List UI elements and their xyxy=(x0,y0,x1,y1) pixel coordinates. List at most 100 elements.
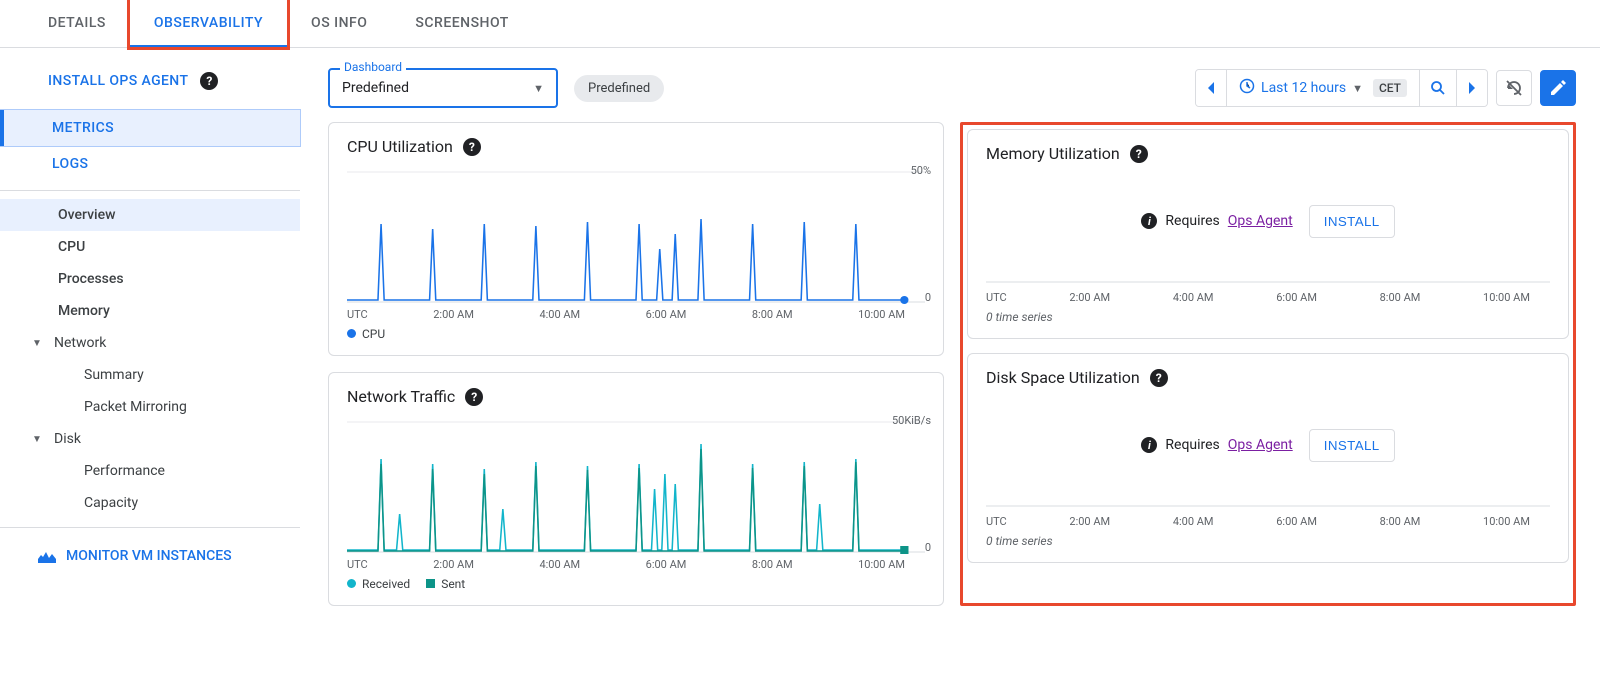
time-prev-button[interactable] xyxy=(1196,70,1227,106)
chevron-down-icon: ▼ xyxy=(533,82,544,95)
sidebar-item-packet-mirroring[interactable]: Packet Mirroring xyxy=(0,391,300,423)
legend-label: Sent xyxy=(441,577,465,591)
x-tick: UTC xyxy=(347,558,368,571)
sidebar-nav-logs[interactable]: LOGS xyxy=(0,146,300,182)
legend-label: CPU xyxy=(362,327,385,341)
predefined-chip: Predefined xyxy=(574,75,664,102)
help-icon[interactable]: ? xyxy=(1150,369,1168,387)
auto-refresh-off-button[interactable] xyxy=(1496,70,1532,106)
x-tick: 6:00 AM xyxy=(646,558,687,571)
x-tick: 2:00 AM xyxy=(433,558,474,571)
sidebar-nav-metrics[interactable]: METRICS xyxy=(0,110,300,146)
tab-osinfo[interactable]: OS INFO xyxy=(287,0,391,47)
x-tick: 6:00 AM xyxy=(1276,291,1317,304)
sidebar-item-performance[interactable]: Performance xyxy=(0,455,300,487)
tab-bar: DETAILS OBSERVABILITY OS INFO SCREENSHOT xyxy=(0,0,1600,48)
sidebar-item-capacity[interactable]: Capacity xyxy=(0,487,300,519)
install-button[interactable]: INSTALL xyxy=(1309,205,1395,238)
x-axis: UTC 2:00 AM 4:00 AM 6:00 AM 8:00 AM 10:0… xyxy=(986,287,1550,304)
network-chart: 50KiB/s 0 xyxy=(347,414,925,554)
install-ops-agent-link[interactable]: INSTALL OPS AGENT xyxy=(48,73,188,89)
x-tick: UTC xyxy=(347,308,368,321)
monitor-vm-instances-link[interactable]: MONITOR VM INSTANCES xyxy=(0,536,300,576)
x-axis: UTC 2:00 AM 4:00 AM 6:00 AM 8:00 AM 10:0… xyxy=(347,304,925,321)
x-tick: 2:00 AM xyxy=(1069,515,1110,528)
x-tick: 4:00 AM xyxy=(1173,291,1214,304)
sidebar: INSTALL OPS AGENT ? METRICS LOGS Overvie… xyxy=(0,48,300,626)
card-network-traffic: Network Traffic ? 50KiB/s 0 xyxy=(328,372,944,606)
sidebar-item-overview[interactable]: Overview xyxy=(0,199,300,231)
tab-screenshot[interactable]: SCREENSHOT xyxy=(391,0,532,47)
sidebar-item-network[interactable]: ▼ Network xyxy=(0,327,300,359)
y-min-label: 0 xyxy=(925,541,931,554)
tab-details[interactable]: DETAILS xyxy=(24,0,130,47)
sidebar-item-label: Disk xyxy=(54,431,81,447)
help-icon[interactable]: ? xyxy=(465,388,483,406)
card-title: CPU Utilization xyxy=(347,137,453,156)
info-icon: i xyxy=(1141,213,1157,229)
refresh-off-icon xyxy=(1504,78,1524,98)
search-button[interactable] xyxy=(1420,70,1457,106)
card-disk-space-utilization: Disk Space Utilization ? i Requires Ops … xyxy=(967,353,1569,563)
empty-chart-message: i Requires Ops Agent INSTALL xyxy=(986,171,1550,271)
chevron-left-icon xyxy=(1206,82,1216,94)
sidebar-item-disk[interactable]: ▼ Disk xyxy=(0,423,300,455)
sidebar-item-summary[interactable]: Summary xyxy=(0,359,300,391)
timezone-badge: CET xyxy=(1373,79,1407,97)
dashboard-select[interactable]: Dashboard Predefined ▼ xyxy=(328,68,558,108)
x-tick: 8:00 AM xyxy=(752,558,793,571)
right-column-highlighted: Memory Utilization ? i Requires Ops Agen… xyxy=(960,122,1576,606)
zero-time-series-label: 0 time series xyxy=(986,534,1550,548)
help-icon[interactable]: ? xyxy=(463,138,481,156)
zero-time-series-label: 0 time series xyxy=(986,310,1550,324)
help-icon[interactable]: ? xyxy=(200,72,218,90)
x-tick: 8:00 AM xyxy=(752,308,793,321)
tab-observability[interactable]: OBSERVABILITY xyxy=(130,0,287,47)
sidebar-item-label: Network xyxy=(54,335,106,351)
empty-chart-message: i Requires Ops Agent INSTALL xyxy=(986,395,1550,495)
sidebar-item-cpu[interactable]: CPU xyxy=(0,231,300,263)
legend-marker xyxy=(426,579,435,588)
legend: CPU xyxy=(347,327,925,341)
dashboard-select-label: Dashboard xyxy=(340,60,406,74)
ops-agent-link[interactable]: Ops Agent xyxy=(1228,437,1293,453)
divider xyxy=(0,190,300,191)
x-axis: UTC 2:00 AM 4:00 AM 6:00 AM 8:00 AM 10:0… xyxy=(347,554,925,571)
monitor-vm-label: MONITOR VM INSTANCES xyxy=(66,548,232,564)
x-tick: 4:00 AM xyxy=(539,558,580,571)
legend-marker xyxy=(347,579,356,588)
x-tick: 10:00 AM xyxy=(858,308,905,321)
card-memory-utilization: Memory Utilization ? i Requires Ops Agen… xyxy=(967,129,1569,339)
x-tick: 6:00 AM xyxy=(1276,515,1317,528)
x-tick: 4:00 AM xyxy=(539,308,580,321)
edit-button[interactable] xyxy=(1540,70,1576,106)
time-range-button[interactable]: Last 12 hours ▼ CET xyxy=(1227,70,1420,106)
clock-icon xyxy=(1239,78,1255,98)
help-icon[interactable]: ? xyxy=(1130,145,1148,163)
chevron-down-icon: ▼ xyxy=(1352,82,1363,95)
sidebar-item-processes[interactable]: Processes xyxy=(0,263,300,295)
chevron-down-icon: ▼ xyxy=(32,434,46,445)
sidebar-item-memory[interactable]: Memory xyxy=(0,295,300,327)
info-icon: i xyxy=(1141,437,1157,453)
card-cpu-utilization: CPU Utilization ? 50% 0 xyxy=(328,122,944,356)
legend: Received Sent xyxy=(347,577,925,591)
cpu-chart: 50% 0 xyxy=(347,164,925,304)
time-range-label: Last 12 hours xyxy=(1261,80,1346,96)
chevron-down-icon: ▼ xyxy=(32,338,46,349)
x-tick: UTC xyxy=(986,515,1007,528)
x-tick: 10:00 AM xyxy=(1483,515,1530,528)
search-icon xyxy=(1430,80,1446,96)
x-tick: 6:00 AM xyxy=(646,308,687,321)
x-tick: 2:00 AM xyxy=(433,308,474,321)
install-button[interactable]: INSTALL xyxy=(1309,429,1395,462)
ops-agent-link[interactable]: Ops Agent xyxy=(1228,213,1293,229)
dashboard-select-value: Predefined xyxy=(342,80,409,96)
chevron-right-icon xyxy=(1467,82,1477,94)
time-range-group: Last 12 hours ▼ CET xyxy=(1195,69,1488,107)
x-tick: 8:00 AM xyxy=(1380,291,1421,304)
time-next-button[interactable] xyxy=(1457,70,1487,106)
content-area: Dashboard Predefined ▼ Predefined Last 1… xyxy=(300,48,1600,626)
card-title: Disk Space Utilization xyxy=(986,368,1140,387)
y-max-label: 50% xyxy=(911,164,931,177)
